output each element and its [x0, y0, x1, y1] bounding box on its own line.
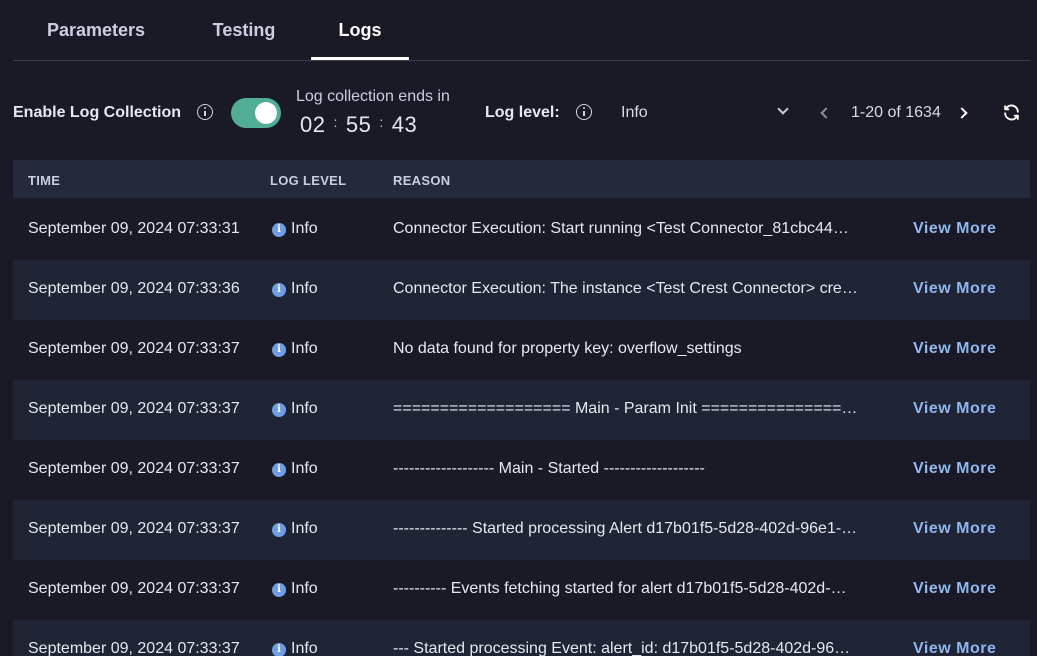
- log-level-label: Log level:: [485, 104, 560, 121]
- column-header-reason[interactable]: REASON: [393, 173, 450, 188]
- table-row: September 09, 2024 07:33:37 i Info ======…: [13, 380, 1030, 440]
- row-time: September 09, 2024 07:33:37: [28, 520, 240, 537]
- table-row: September 09, 2024 07:33:37 i Info ------…: [13, 440, 1030, 500]
- table-row: September 09, 2024 07:33:37 i Info ------…: [13, 500, 1030, 560]
- refresh-icon[interactable]: [1002, 103, 1021, 122]
- row-level: i Info: [272, 640, 318, 656]
- info-icon: i: [272, 343, 286, 357]
- tab-testing[interactable]: Testing: [206, 20, 282, 60]
- info-icon: i: [272, 223, 286, 237]
- row-reason: --- Started processing Event: alert_id: …: [393, 640, 851, 656]
- info-icon: i: [272, 463, 286, 477]
- view-more-link[interactable]: View More: [913, 580, 996, 598]
- row-level: i Info: [272, 340, 318, 358]
- timer-seconds: 43: [391, 112, 418, 137]
- row-reason: ------------------- Main - Started -----…: [393, 460, 705, 477]
- chevron-right-icon[interactable]: [956, 107, 968, 119]
- view-more-link[interactable]: View More: [913, 400, 996, 418]
- pagination-info: 1-20 of 1634: [851, 104, 941, 121]
- tab-bar: Parameters Testing Logs: [13, 0, 1030, 61]
- column-header-log-level[interactable]: LOG LEVEL: [270, 173, 346, 188]
- logs-panel: Parameters Testing Logs Enable Log Colle…: [0, 0, 1037, 656]
- row-level: i Info: [272, 220, 318, 238]
- countdown-timer: 02:55:43: [300, 112, 418, 137]
- row-level: i Info: [272, 280, 318, 298]
- info-icon: i: [272, 643, 286, 656]
- row-level: i Info: [272, 400, 318, 418]
- info-icon: i: [272, 583, 286, 597]
- view-more-link[interactable]: View More: [913, 280, 996, 298]
- table-row: September 09, 2024 07:33:37 i Info --- St…: [13, 620, 1030, 656]
- tab-parameters[interactable]: Parameters: [45, 20, 147, 60]
- view-more-link[interactable]: View More: [913, 220, 996, 238]
- row-time: September 09, 2024 07:33:37: [28, 580, 240, 597]
- row-time: September 09, 2024 07:33:37: [28, 340, 240, 357]
- row-reason: Connector Execution: Start running <Test…: [393, 220, 849, 237]
- log-controls: Enable Log Collection Log collection end…: [0, 84, 1037, 144]
- log-collection-toggle[interactable]: [231, 98, 281, 128]
- row-time: September 09, 2024 07:33:37: [28, 400, 240, 417]
- table-row: September 09, 2024 07:33:37 i Info No dat…: [13, 320, 1030, 380]
- table-row: September 09, 2024 07:33:31 i Info Connec…: [13, 200, 1030, 260]
- collection-ends-label: Log collection ends in: [296, 88, 450, 105]
- table-header: TIME LOG LEVEL REASON: [13, 160, 1030, 198]
- enable-log-collection-label: Enable Log Collection: [13, 104, 182, 121]
- row-level: i Info: [272, 460, 318, 478]
- log-level-select[interactable]: Info: [621, 104, 648, 122]
- view-more-link[interactable]: View More: [913, 340, 996, 358]
- row-reason: -------------- Started processing Alert …: [393, 520, 858, 537]
- toggle-knob: [255, 102, 277, 124]
- row-time: September 09, 2024 07:33:37: [28, 460, 240, 477]
- view-more-link[interactable]: View More: [913, 520, 996, 538]
- info-icon: i: [272, 403, 286, 417]
- row-time: September 09, 2024 07:33:37: [28, 640, 240, 656]
- timer-minutes: 55: [345, 112, 372, 137]
- table-row: September 09, 2024 07:33:37 i Info ------…: [13, 560, 1030, 620]
- row-level: i Info: [272, 520, 318, 538]
- info-icon[interactable]: [576, 104, 592, 120]
- log-table-body: September 09, 2024 07:33:31 i Info Connec…: [13, 200, 1030, 656]
- info-icon: i: [272, 523, 286, 537]
- row-reason: Connector Execution: The instance <Test …: [393, 280, 858, 297]
- chevron-left-icon[interactable]: [820, 107, 832, 119]
- table-row: September 09, 2024 07:33:36 i Info Connec…: [13, 260, 1030, 320]
- row-time: September 09, 2024 07:33:36: [28, 280, 240, 297]
- timer-hours: 02: [300, 112, 326, 137]
- row-reason: =================== Main - Param Init ==…: [393, 400, 863, 417]
- tab-logs[interactable]: Logs: [311, 20, 409, 60]
- view-more-link[interactable]: View More: [913, 460, 996, 478]
- info-icon[interactable]: [197, 104, 213, 120]
- row-level: i Info: [272, 580, 318, 598]
- chevron-down-icon[interactable]: [777, 103, 789, 115]
- info-icon: i: [272, 283, 286, 297]
- row-time: September 09, 2024 07:33:31: [28, 220, 240, 237]
- view-more-link[interactable]: View More: [913, 640, 996, 656]
- row-reason: No data found for property key: overflow…: [393, 340, 742, 357]
- row-reason: ---------- Events fetching started for a…: [393, 580, 847, 597]
- column-header-time[interactable]: TIME: [28, 173, 60, 188]
